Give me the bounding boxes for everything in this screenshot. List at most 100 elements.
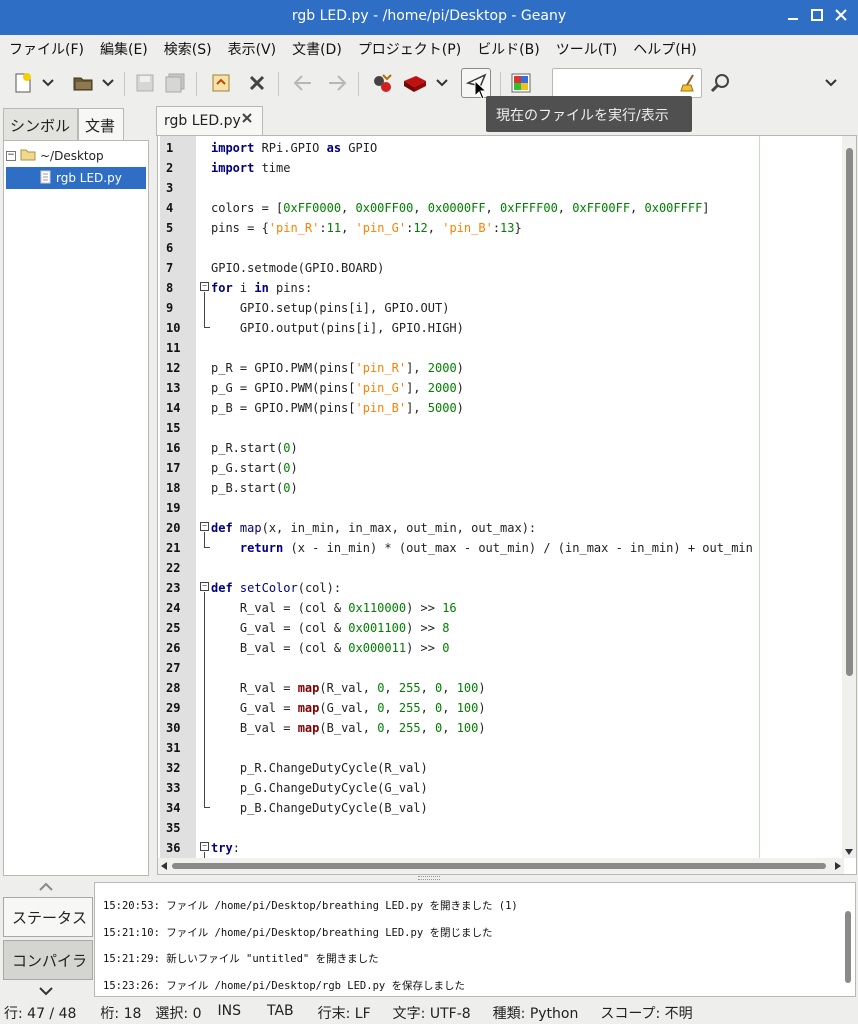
menu-search[interactable]: 検索(S) [155,35,219,62]
pane-splitter-handle[interactable] [418,876,440,880]
code-line[interactable]: 29 G_val = map(G_val, 0, 255, 0, 100) [158,698,848,718]
code-line[interactable]: 16 p_R.start(0) [158,438,848,458]
code-line[interactable]: 18 p_B.start(0) [158,478,848,498]
horizontal-scroll-thumb[interactable] [172,863,826,869]
chevron-up-icon[interactable] [38,880,54,896]
save-all-icon[interactable] [162,70,188,96]
menu-project[interactable]: プロジェクト(P) [349,35,468,62]
code-line[interactable]: 6 [158,238,848,258]
code-line[interactable]: 24 R_val = (col & 0x110000) >> 16 [158,598,848,618]
tab-status[interactable]: ステータス [3,897,93,937]
code-line[interactable]: 5 pins = {'pin_R':11, 'pin_G':12, 'pin_B'… [158,218,848,238]
code-text: R_val = map(R_val, 0, 255, 0, 100) [211,681,486,695]
code-line[interactable]: 34 p_B.ChangeDutyCycle(B_val) [158,798,848,818]
tab-close-icon[interactable] [241,112,253,128]
status-selection: 選択: 0 [155,1006,202,1022]
menu-tools[interactable]: ツール(T) [547,35,624,62]
code-line[interactable]: 35 [158,818,848,838]
code-line[interactable]: 11 [158,338,848,358]
code-line[interactable]: 13 p_G = GPIO.PWM(pins['pin_G'], 2000) [158,378,848,398]
code-editor[interactable]: 1 import RPi.GPIO as GPIO 2 import time 3 4 co… [157,135,857,875]
menu-edit[interactable]: 編集(E) [91,35,155,62]
code-line[interactable]: 3 [158,178,848,198]
chevron-down-icon[interactable] [434,70,450,96]
code-line[interactable]: 2 import time [158,158,848,178]
code-line[interactable]: 26 B_val = (col & 0x000011) >> 0 [158,638,848,658]
code-line[interactable]: 12 p_R = GPIO.PWM(pins['pin_R'], 2000) [158,358,848,378]
minimize-icon[interactable] [782,6,804,28]
line-number: 28 [166,681,181,695]
collapse-icon[interactable]: − [6,151,16,161]
code-line[interactable]: 32 p_R.ChangeDutyCycle(R_val) [158,758,848,778]
search-input[interactable] [552,68,702,98]
fold-toggle-icon[interactable]: − [200,522,209,531]
tab-documents[interactable]: 文書 [78,108,124,140]
code-line[interactable]: 14 p_B = GPIO.PWM(pins['pin_B'], 5000) [158,398,848,418]
code-line[interactable]: 27 [158,658,848,678]
code-line[interactable]: 30 B_val = map(B_val, 0, 255, 0, 100) [158,718,848,738]
menu-help[interactable]: ヘルプ(H) [624,35,703,62]
new-file-icon[interactable] [10,70,36,96]
scroll-down-icon[interactable] [845,849,853,855]
code-line[interactable]: 28 R_val = map(R_val, 0, 255, 0, 100) [158,678,848,698]
code-line[interactable]: 21 return (x - in_min) * (out_max - out_… [158,538,848,558]
code-line[interactable]: 7 GPIO.setmode(GPIO.BOARD) [158,258,848,278]
build-icon[interactable] [402,70,428,96]
code-line[interactable]: 20 def map(x, in_min, in_max, out_min, ou… [158,518,848,538]
code-line[interactable]: 25 G_val = (col & 0x001100) >> 8 [158,618,848,638]
code-line[interactable]: 15 [158,418,848,438]
code-line[interactable]: 33 p_G.ChangeDutyCycle(G_val) [158,778,848,798]
menu-file[interactable]: ファイル(F) [0,35,91,62]
line-number: 33 [166,781,181,795]
fold-toggle-icon[interactable]: − [200,842,209,851]
code-line[interactable]: 23 def setColor(col): [158,578,848,598]
code-line[interactable]: 31 [158,738,848,758]
horizontal-scrollbar[interactable] [158,858,844,874]
broom-icon[interactable] [679,73,697,97]
code-line[interactable]: 17 p_G.start(0) [158,458,848,478]
tab-compiler[interactable]: コンパイラ [3,940,93,980]
messages-scroll-thumb[interactable] [845,911,851,983]
tab-symbols[interactable]: シンボル [3,108,78,140]
editor-tab[interactable]: rgb LED.py [156,106,263,136]
save-icon[interactable] [132,70,158,96]
vertical-scrollbar[interactable] [842,136,856,858]
code-line[interactable]: 1 import RPi.GPIO as GPIO [158,138,848,158]
find-icon[interactable] [708,70,734,96]
messages-scrollbar[interactable] [842,883,854,996]
toolbar [0,62,858,104]
code-line[interactable]: 19 [158,498,848,518]
maximize-icon[interactable] [806,6,828,28]
code-line[interactable]: 9 GPIO.setup(pins[i], GPIO.OUT) [158,298,848,318]
status-bar: 行: 47 / 48 桁: 18 選択: 0 INS TAB 行末: LF 文字… [0,1000,858,1024]
fold-toggle-icon[interactable]: − [200,582,209,591]
open-file-icon[interactable] [70,70,96,96]
chevron-down-icon[interactable] [100,70,116,96]
scroll-right-icon[interactable] [835,862,841,870]
tree-folder-row[interactable]: − ~/Desktop [6,145,146,167]
revert-icon[interactable] [208,70,234,96]
compile-icon[interactable] [370,70,396,96]
menu-build[interactable]: ビルド(B) [468,35,547,62]
forward-icon[interactable] [324,70,350,96]
chevron-down-icon[interactable] [822,70,840,96]
code-line[interactable]: 22 [158,558,848,578]
code-text: try: [211,841,240,855]
tree-file-row[interactable]: rgb LED.py [6,167,146,189]
code-line[interactable]: 36 try: [158,838,848,858]
code-line[interactable]: 4 colors = [0xFF0000, 0x00FF00, 0x0000FF,… [158,198,848,218]
fold-toggle-icon[interactable]: − [200,282,209,291]
close-icon[interactable] [244,70,270,96]
status-message: 15:21:10: ファイル /home/pi/Desktop/breathin… [103,927,493,939]
close-window-icon[interactable] [830,6,852,28]
color-chooser-icon[interactable] [508,70,534,96]
menu-document[interactable]: 文書(D) [283,35,349,62]
menu-view[interactable]: 表示(V) [219,35,284,62]
chevron-down-icon[interactable] [40,70,56,96]
code-line[interactable]: 10 GPIO.output(pins[i], GPIO.HIGH) [158,318,848,338]
scroll-left-icon[interactable] [161,862,167,870]
back-icon[interactable] [290,70,316,96]
chevron-down-icon[interactable] [38,984,54,1000]
vertical-scroll-thumb[interactable] [846,148,853,676]
code-line[interactable]: 8 for i in pins: [158,278,848,298]
